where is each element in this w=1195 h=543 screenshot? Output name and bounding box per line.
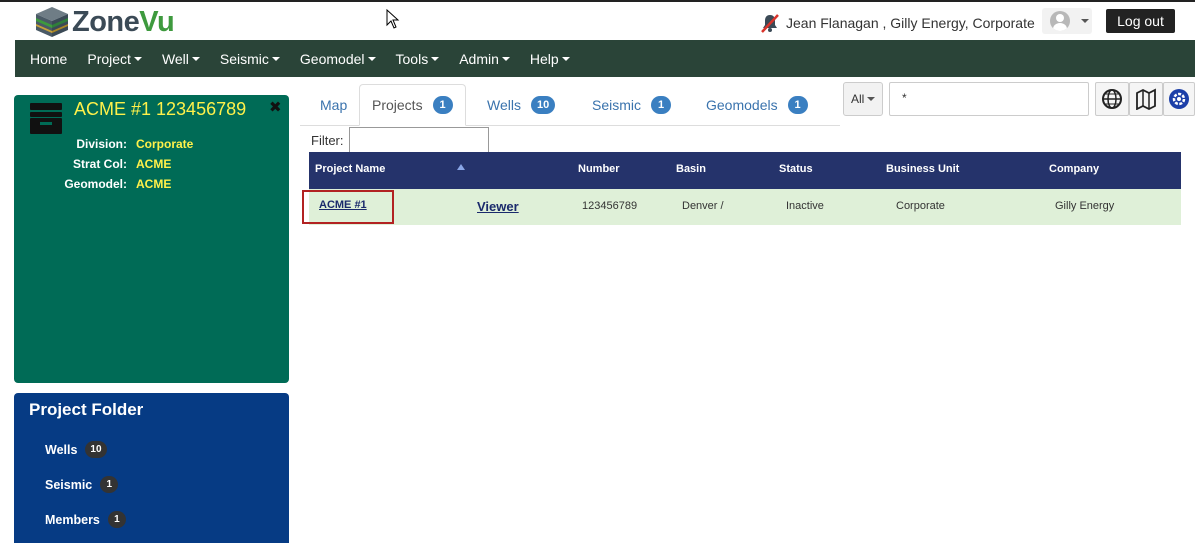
chevron-down-icon bbox=[1081, 19, 1089, 23]
top-border bbox=[0, 0, 1195, 2]
project-stratcol-row: Strat Col: ACME bbox=[20, 157, 171, 171]
search-scope-value: All bbox=[851, 92, 865, 106]
column-header-business-unit[interactable]: Business Unit bbox=[886, 163, 959, 175]
chevron-down-icon bbox=[501, 56, 510, 61]
cell-business-unit: Corporate bbox=[896, 200, 945, 212]
stratcol-label: Strat Col: bbox=[73, 157, 127, 171]
close-icon[interactable]: ✖ bbox=[269, 98, 282, 116]
mouse-cursor-icon bbox=[386, 9, 400, 29]
tab-map[interactable]: Map bbox=[308, 84, 359, 126]
project-folder-panel: Project Folder Wells 10 Seismic 1 Member… bbox=[14, 393, 289, 543]
folder-title: Project Folder bbox=[29, 400, 144, 419]
nav-admin[interactable]: Admin bbox=[459, 51, 510, 67]
archive-box-icon bbox=[30, 103, 62, 134]
count-badge: 1 bbox=[100, 476, 119, 493]
folder-item-seismic[interactable]: Seismic 1 bbox=[45, 476, 119, 493]
tab-projects[interactable]: Projects 1 bbox=[359, 84, 466, 126]
folder-item-label: Seismic bbox=[45, 477, 93, 492]
zonevu-logo[interactable]: ZoneVu bbox=[34, 5, 175, 39]
column-header-status[interactable]: Status bbox=[779, 163, 813, 175]
user-info: Jean Flanagan , Gilly Energy, Corporate bbox=[786, 15, 1035, 31]
cell-basin: Denver / bbox=[682, 200, 724, 212]
sort-ascending-icon[interactable] bbox=[457, 164, 465, 170]
count-badge: 1 bbox=[107, 511, 126, 528]
folder-item-label: Members bbox=[45, 512, 100, 527]
nav-home[interactable]: Home bbox=[30, 51, 67, 67]
map-button[interactable] bbox=[1129, 82, 1163, 116]
chevron-down-icon bbox=[271, 56, 280, 61]
chevron-down-icon bbox=[133, 56, 142, 61]
folded-map-icon bbox=[1136, 88, 1156, 110]
avatar-icon bbox=[1050, 11, 1070, 31]
filter-input[interactable] bbox=[349, 127, 489, 153]
stratcol-value: ACME bbox=[136, 157, 172, 171]
project-division-row: Division: Corporate bbox=[20, 137, 193, 151]
chevron-down-icon bbox=[867, 97, 876, 101]
gear-icon bbox=[1169, 89, 1189, 109]
nav-help[interactable]: Help bbox=[530, 51, 570, 67]
nav-tools[interactable]: Tools bbox=[396, 51, 440, 67]
cube-logo-icon bbox=[36, 7, 68, 37]
column-header-company[interactable]: Company bbox=[1049, 163, 1099, 175]
project-geomodel-row: Geomodel: ACME bbox=[20, 177, 171, 191]
globe-icon bbox=[1102, 89, 1122, 109]
folder-item-label: Wells bbox=[45, 442, 78, 457]
count-badge: 10 bbox=[530, 96, 556, 114]
logout-button[interactable]: Log out bbox=[1106, 9, 1175, 33]
project-info-panel: ACME #1 123456789 ✖ Division: Corporate … bbox=[14, 95, 289, 383]
settings-button[interactable] bbox=[1163, 82, 1195, 116]
viewer-link[interactable]: Viewer bbox=[477, 199, 519, 214]
chevron-down-icon bbox=[431, 56, 440, 61]
table-header: Project Name Number Basin Status Busines… bbox=[309, 152, 1181, 189]
chevron-down-icon bbox=[561, 56, 570, 61]
globe-button[interactable] bbox=[1095, 82, 1129, 116]
highlight-annotation bbox=[302, 190, 394, 224]
cell-company: Gilly Energy bbox=[1055, 200, 1115, 212]
main-navbar: Home Project Well Seismic Geomodel Tools… bbox=[15, 40, 1195, 77]
tab-wells[interactable]: Wells 10 bbox=[475, 84, 567, 126]
column-header-basin[interactable]: Basin bbox=[676, 163, 706, 175]
search-input[interactable]: * bbox=[889, 82, 1089, 116]
search-scope-dropdown[interactable]: All bbox=[843, 82, 883, 116]
tab-geomodels[interactable]: Geomodels 1 bbox=[694, 84, 820, 126]
division-value: Corporate bbox=[136, 137, 194, 151]
division-label: Division: bbox=[76, 137, 127, 151]
folder-item-wells[interactable]: Wells 10 bbox=[45, 441, 107, 458]
count-badge: 1 bbox=[432, 96, 453, 114]
nav-seismic[interactable]: Seismic bbox=[220, 51, 280, 67]
filter-label: Filter: bbox=[311, 133, 344, 148]
count-badge: 1 bbox=[787, 96, 808, 114]
cell-status: Inactive bbox=[786, 200, 824, 212]
nav-project[interactable]: Project bbox=[87, 51, 142, 67]
user-area: Jean Flanagan , Gilly Energy, Corporate bbox=[760, 12, 1035, 34]
count-badge: 10 bbox=[85, 441, 107, 458]
geomodel-value: ACME bbox=[136, 177, 172, 191]
nav-well[interactable]: Well bbox=[162, 51, 200, 67]
nav-geomodel[interactable]: Geomodel bbox=[300, 51, 376, 67]
geomodel-label: Geomodel: bbox=[64, 177, 127, 191]
chevron-down-icon bbox=[367, 56, 376, 61]
count-badge: 1 bbox=[651, 96, 672, 114]
project-title: ACME #1 123456789 bbox=[74, 99, 247, 119]
tab-seismic[interactable]: Seismic 1 bbox=[580, 84, 683, 126]
muted-bell-icon[interactable] bbox=[760, 13, 780, 33]
column-header-number[interactable]: Number bbox=[578, 163, 620, 175]
column-header-project-name[interactable]: Project Name bbox=[315, 163, 385, 175]
content-tabs: Map Projects 1 Wells 10 Seismic 1 Geomodels… bbox=[300, 84, 840, 126]
table-row[interactable]: ACME #1 Viewer 123456789 Denver / Inacti… bbox=[309, 189, 1181, 225]
user-menu-dropdown[interactable] bbox=[1042, 8, 1092, 34]
chevron-down-icon bbox=[191, 56, 200, 61]
logo-text: ZoneVu bbox=[72, 5, 175, 38]
cell-number: 123456789 bbox=[582, 200, 638, 212]
folder-item-members[interactable]: Members 1 bbox=[45, 511, 126, 528]
